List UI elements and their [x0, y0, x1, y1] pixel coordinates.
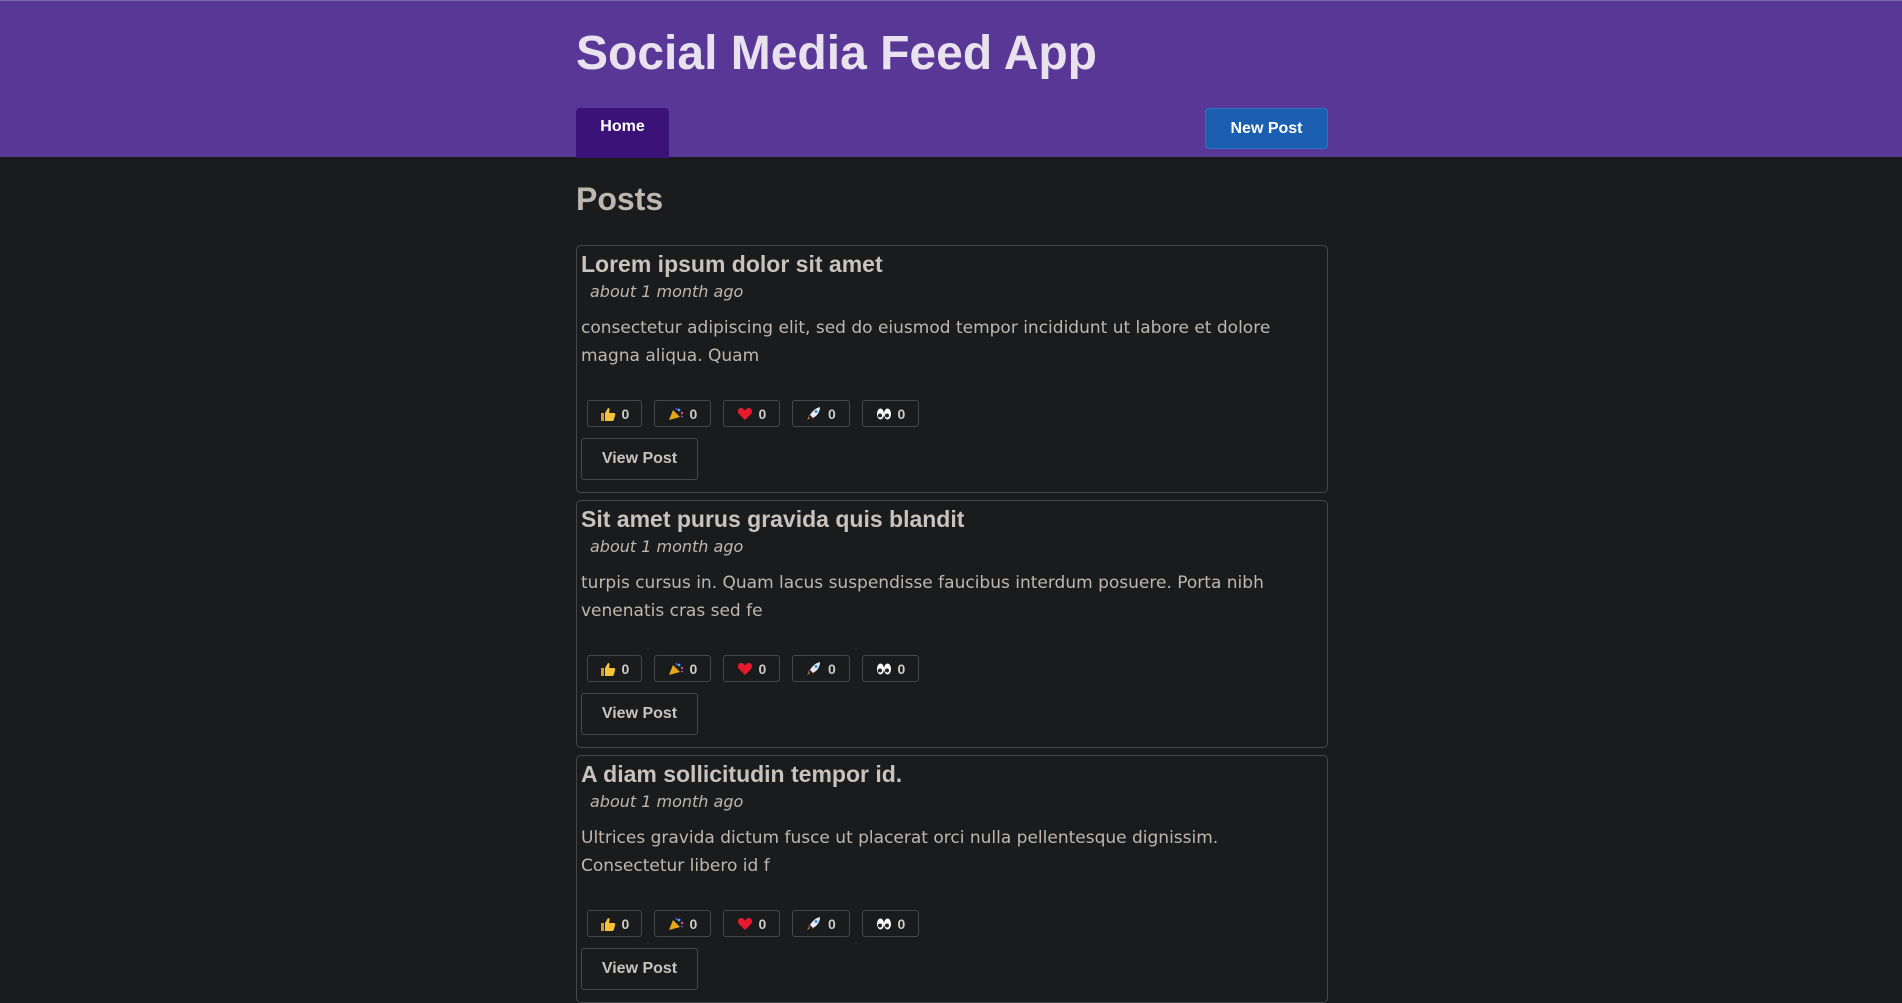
reaction-count: 0 — [689, 915, 698, 932]
eyes-icon — [876, 662, 892, 676]
post-title: Sit amet purus gravida quis blandit — [581, 506, 965, 532]
heart-icon — [737, 407, 753, 421]
thumbs-up-icon — [600, 917, 616, 931]
reaction-thumbs-up-button[interactable]: 0 — [587, 910, 642, 937]
reaction-count: 0 — [897, 915, 906, 932]
eyes-icon — [876, 917, 892, 931]
reaction-heart-button[interactable]: 0 — [723, 400, 780, 427]
reaction-heart-button[interactable]: 0 — [723, 910, 780, 937]
reaction-count: 0 — [828, 660, 836, 677]
thumbs-up-icon — [600, 407, 616, 421]
post-title: A diam sollicitudin tempor id. — [581, 761, 903, 787]
reaction-heart-button[interactable]: 0 — [723, 655, 780, 682]
post-excerpt: Ultrices gravida dictum fusce ut placera… — [581, 828, 1219, 876]
post-timestamp: about 1 month ago — [590, 282, 744, 301]
reaction-count: 0 — [897, 405, 906, 422]
reaction-count: 0 — [621, 915, 630, 932]
post-excerpt: turpis cursus in. Quam lacus suspendisse… — [581, 573, 1264, 621]
rocket-icon — [806, 406, 822, 421]
reaction-count: 0 — [689, 405, 698, 422]
reaction-count: 0 — [897, 660, 906, 677]
reaction-party-button[interactable]: 0 — [654, 910, 711, 937]
app-title: Social Media Feed App — [576, 27, 1097, 80]
reaction-rocket-button[interactable]: 0 — [792, 400, 850, 427]
view-post-button[interactable]: View Post — [581, 438, 698, 480]
reaction-count: 0 — [758, 405, 767, 422]
reaction-eyes-button[interactable]: 0 — [862, 910, 919, 937]
reaction-thumbs-up-button[interactable]: 0 — [587, 655, 642, 682]
post-title: Lorem ipsum dolor sit amet — [581, 251, 883, 277]
reaction-thumbs-up-button[interactable]: 0 — [587, 400, 642, 427]
top-header: Social Media Feed App Home New Post — [0, 0, 1902, 158]
post-excerpt: consectetur adipiscing elit, sed do eius… — [581, 318, 1271, 366]
reaction-count: 0 — [621, 660, 630, 677]
reaction-party-button[interactable]: 0 — [654, 655, 711, 682]
new-post-button[interactable]: New Post — [1205, 108, 1328, 149]
post-card: Sit amet purus gravida quis blandit abou… — [576, 500, 1328, 748]
reaction-rocket-button[interactable]: 0 — [792, 655, 850, 682]
reaction-count: 0 — [689, 660, 698, 677]
reaction-rocket-button[interactable]: 0 — [792, 910, 850, 937]
heart-icon — [737, 917, 753, 931]
party-popper-icon — [668, 917, 684, 931]
reaction-bar: 0 0 0 0 0 — [587, 400, 931, 427]
post-timestamp: about 1 month ago — [590, 537, 744, 556]
rocket-icon — [806, 661, 822, 676]
rocket-icon — [806, 916, 822, 931]
reaction-bar: 0 0 0 0 0 — [587, 655, 931, 682]
party-popper-icon — [668, 662, 684, 676]
party-popper-icon — [668, 407, 684, 421]
view-post-button[interactable]: View Post — [581, 948, 698, 990]
view-post-button[interactable]: View Post — [581, 693, 698, 735]
reaction-eyes-button[interactable]: 0 — [862, 400, 919, 427]
reaction-party-button[interactable]: 0 — [654, 400, 711, 427]
reaction-bar: 0 0 0 0 0 — [587, 910, 931, 937]
reaction-count: 0 — [758, 915, 767, 932]
posts-heading: Posts — [576, 181, 664, 217]
post-card: Lorem ipsum dolor sit amet about 1 month… — [576, 245, 1328, 493]
reaction-count: 0 — [828, 915, 836, 932]
reaction-eyes-button[interactable]: 0 — [862, 655, 919, 682]
reaction-count: 0 — [621, 405, 630, 422]
thumbs-up-icon — [600, 662, 616, 676]
reaction-count: 0 — [828, 405, 836, 422]
heart-icon — [737, 662, 753, 676]
post-card: A diam sollicitudin tempor id. about 1 m… — [576, 755, 1328, 1003]
reaction-count: 0 — [758, 660, 767, 677]
nav-tab-home[interactable]: Home — [576, 108, 669, 158]
post-timestamp: about 1 month ago — [590, 792, 744, 811]
eyes-icon — [876, 407, 892, 421]
